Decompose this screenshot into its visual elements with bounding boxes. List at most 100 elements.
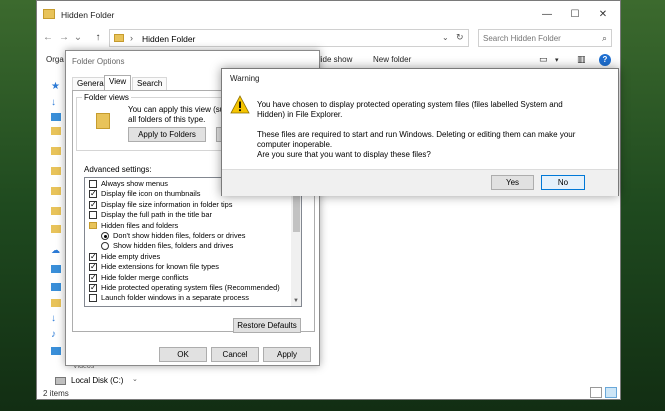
checkbox-unchecked[interactable] <box>89 294 97 303</box>
checkbox-unchecked[interactable] <box>89 211 97 220</box>
desktop-icon[interactable] <box>51 113 61 121</box>
warning-message-line: You have chosen to display protected ope… <box>257 100 563 109</box>
folder-views-line: You can apply this view (such <box>128 105 233 114</box>
breadcrumb-chevron-icon[interactable]: › <box>130 33 133 43</box>
apply-to-folders-button[interactable]: Apply to Folders <box>128 127 206 142</box>
checkbox-checked[interactable]: ✓ <box>89 252 97 261</box>
vertical-scrollbar[interactable]: ▲ ▼ <box>291 178 301 306</box>
pictures-icon[interactable] <box>51 347 61 355</box>
folder-views-heading: Folder views <box>82 93 131 102</box>
advanced-settings-list[interactable]: Always show menus ✓ Display file icon on t… <box>84 177 302 307</box>
back-arrow-icon[interactable]: ← <box>41 31 55 45</box>
nav-item-label: Local Disk (C:) <box>71 376 124 385</box>
details-view-icon[interactable] <box>590 387 602 398</box>
apply-button[interactable]: Apply <box>263 347 311 362</box>
checkbox-checked[interactable]: ✓ <box>89 263 97 272</box>
advanced-setting-label: Display file size information in folder … <box>101 199 233 209</box>
downloads-icon[interactable]: ↓ <box>51 97 56 108</box>
folder-icon[interactable] <box>51 167 61 175</box>
warning-question: Are you sure that you want to display th… <box>257 150 431 159</box>
folder-views-description: You can apply this view (such all folder… <box>128 105 233 125</box>
desktop-icon[interactable] <box>51 283 61 291</box>
folder-icon <box>43 9 55 19</box>
window-title: Hidden Folder <box>61 10 115 20</box>
this-pc-icon[interactable] <box>51 265 61 273</box>
folder-views-line: all folders of this type. <box>128 115 206 124</box>
restore-defaults-button[interactable]: Restore Defaults <box>233 318 301 333</box>
search-input[interactable] <box>483 32 593 45</box>
radio-selected[interactable] <box>101 232 109 240</box>
scroll-down-icon[interactable]: ▼ <box>293 298 299 304</box>
preview-pane-icon[interactable]: ▥ <box>577 54 586 65</box>
advanced-setting-label: Hide folder merge conflicts <box>101 272 189 282</box>
downloads-icon[interactable]: ↓ <box>51 313 56 324</box>
up-arrow-icon[interactable]: ↑ <box>91 31 105 45</box>
scrollbar-thumb[interactable] <box>293 190 300 232</box>
advanced-setting-label: Launch folder windows in a separate proc… <box>101 293 249 303</box>
checkbox-unchecked[interactable] <box>89 180 97 188</box>
warning-triangle-icon <box>230 95 250 114</box>
minimize-icon[interactable]: — <box>539 7 555 23</box>
chevron-down-icon[interactable]: ⌄ <box>132 375 138 383</box>
search-box[interactable]: ⌕ <box>478 29 612 47</box>
dialog-title: Folder Options <box>72 57 125 66</box>
folder-icon[interactable] <box>51 225 61 233</box>
advanced-setting-label: Display file icon on thumbnails <box>101 189 201 199</box>
folder-icon[interactable] <box>51 127 61 135</box>
advanced-setting-label: Display the full path in the title bar <box>101 210 212 220</box>
refresh-icon[interactable]: ↻ <box>456 32 464 43</box>
cancel-button[interactable]: Cancel <box>211 347 259 362</box>
folder-icon <box>89 221 97 229</box>
search-icon[interactable]: ⌕ <box>602 33 607 44</box>
warning-message-line: These files are required to start and ru… <box>257 130 576 139</box>
maximize-icon[interactable]: ☐ <box>567 7 583 23</box>
address-row: ← → ⌄ ↑ › Hidden Folder ⌄ ↻ ⌕ <box>37 29 620 47</box>
explorer-titlebar: Hidden Folder — ☐ ✕ <box>37 1 620 29</box>
folder-icon[interactable] <box>51 187 61 195</box>
chevron-down-icon[interactable]: ⌄ <box>442 33 449 42</box>
no-button[interactable]: No <box>541 175 585 190</box>
tab-search[interactable]: Search <box>132 77 168 90</box>
warning-dialog: Warning You have chosen to display prote… <box>221 68 619 196</box>
advanced-setting-label: Hide empty drives <box>101 251 161 261</box>
quick-access-icon[interactable]: ★ <box>51 81 60 92</box>
address-bar[interactable]: › Hidden Folder ⌄ ↻ <box>109 29 469 47</box>
warning-message-line: computer inoperable. <box>257 140 333 149</box>
advanced-setting-label: Show hidden files, folders and drives <box>113 241 234 251</box>
organize-button[interactable]: Orga <box>46 55 64 64</box>
forward-arrow-icon[interactable]: → <box>57 31 71 45</box>
music-icon[interactable]: ♪ <box>51 329 56 340</box>
checkbox-checked[interactable]: ✓ <box>89 190 97 199</box>
folder-icon[interactable] <box>51 147 61 155</box>
breadcrumb[interactable]: Hidden Folder <box>142 34 195 44</box>
folder-view-icon <box>96 113 110 129</box>
close-icon[interactable]: ✕ <box>595 7 611 23</box>
advanced-settings-label: Advanced settings: <box>84 165 152 174</box>
onedrive-icon[interactable]: ☁ <box>51 245 60 256</box>
help-icon[interactable]: ? <box>599 54 611 66</box>
tab-view[interactable]: View <box>104 75 132 91</box>
checkbox-checked[interactable]: ✓ <box>89 273 97 282</box>
folder-icon[interactable] <box>51 207 61 215</box>
dialog-title: Warning <box>230 74 260 83</box>
checkbox-checked[interactable]: ✓ <box>89 284 97 292</box>
advanced-setting-label: Always show menus <box>101 179 168 188</box>
chevron-down-icon[interactable]: ▾ <box>555 56 559 64</box>
advanced-setting-label: Hide extensions for known file types <box>101 262 219 272</box>
checkbox-checked[interactable]: ✓ <box>89 200 97 209</box>
hard-drive-icon <box>55 377 66 385</box>
warning-message-line: Hidden) in File Explorer. <box>257 110 343 119</box>
documents-icon[interactable] <box>51 299 61 307</box>
radio-unselected[interactable] <box>101 242 109 251</box>
change-view-icon[interactable]: ▭ <box>539 54 548 65</box>
large-icons-view-icon[interactable] <box>605 387 617 398</box>
new-folder-button[interactable]: New folder <box>373 55 411 64</box>
advanced-setting-label: Hide protected operating system files (R… <box>101 283 280 292</box>
advanced-setting-label: Don't show hidden files, folders or driv… <box>113 231 246 240</box>
yes-button[interactable]: Yes <box>491 175 534 190</box>
advanced-setting-label: Hidden files and folders <box>101 220 179 230</box>
ok-button[interactable]: OK <box>159 347 207 362</box>
slideshow-button[interactable]: lide show <box>319 55 352 64</box>
recent-locations-icon[interactable]: ⌄ <box>71 31 85 45</box>
status-bar-count: 2 items <box>43 389 69 398</box>
